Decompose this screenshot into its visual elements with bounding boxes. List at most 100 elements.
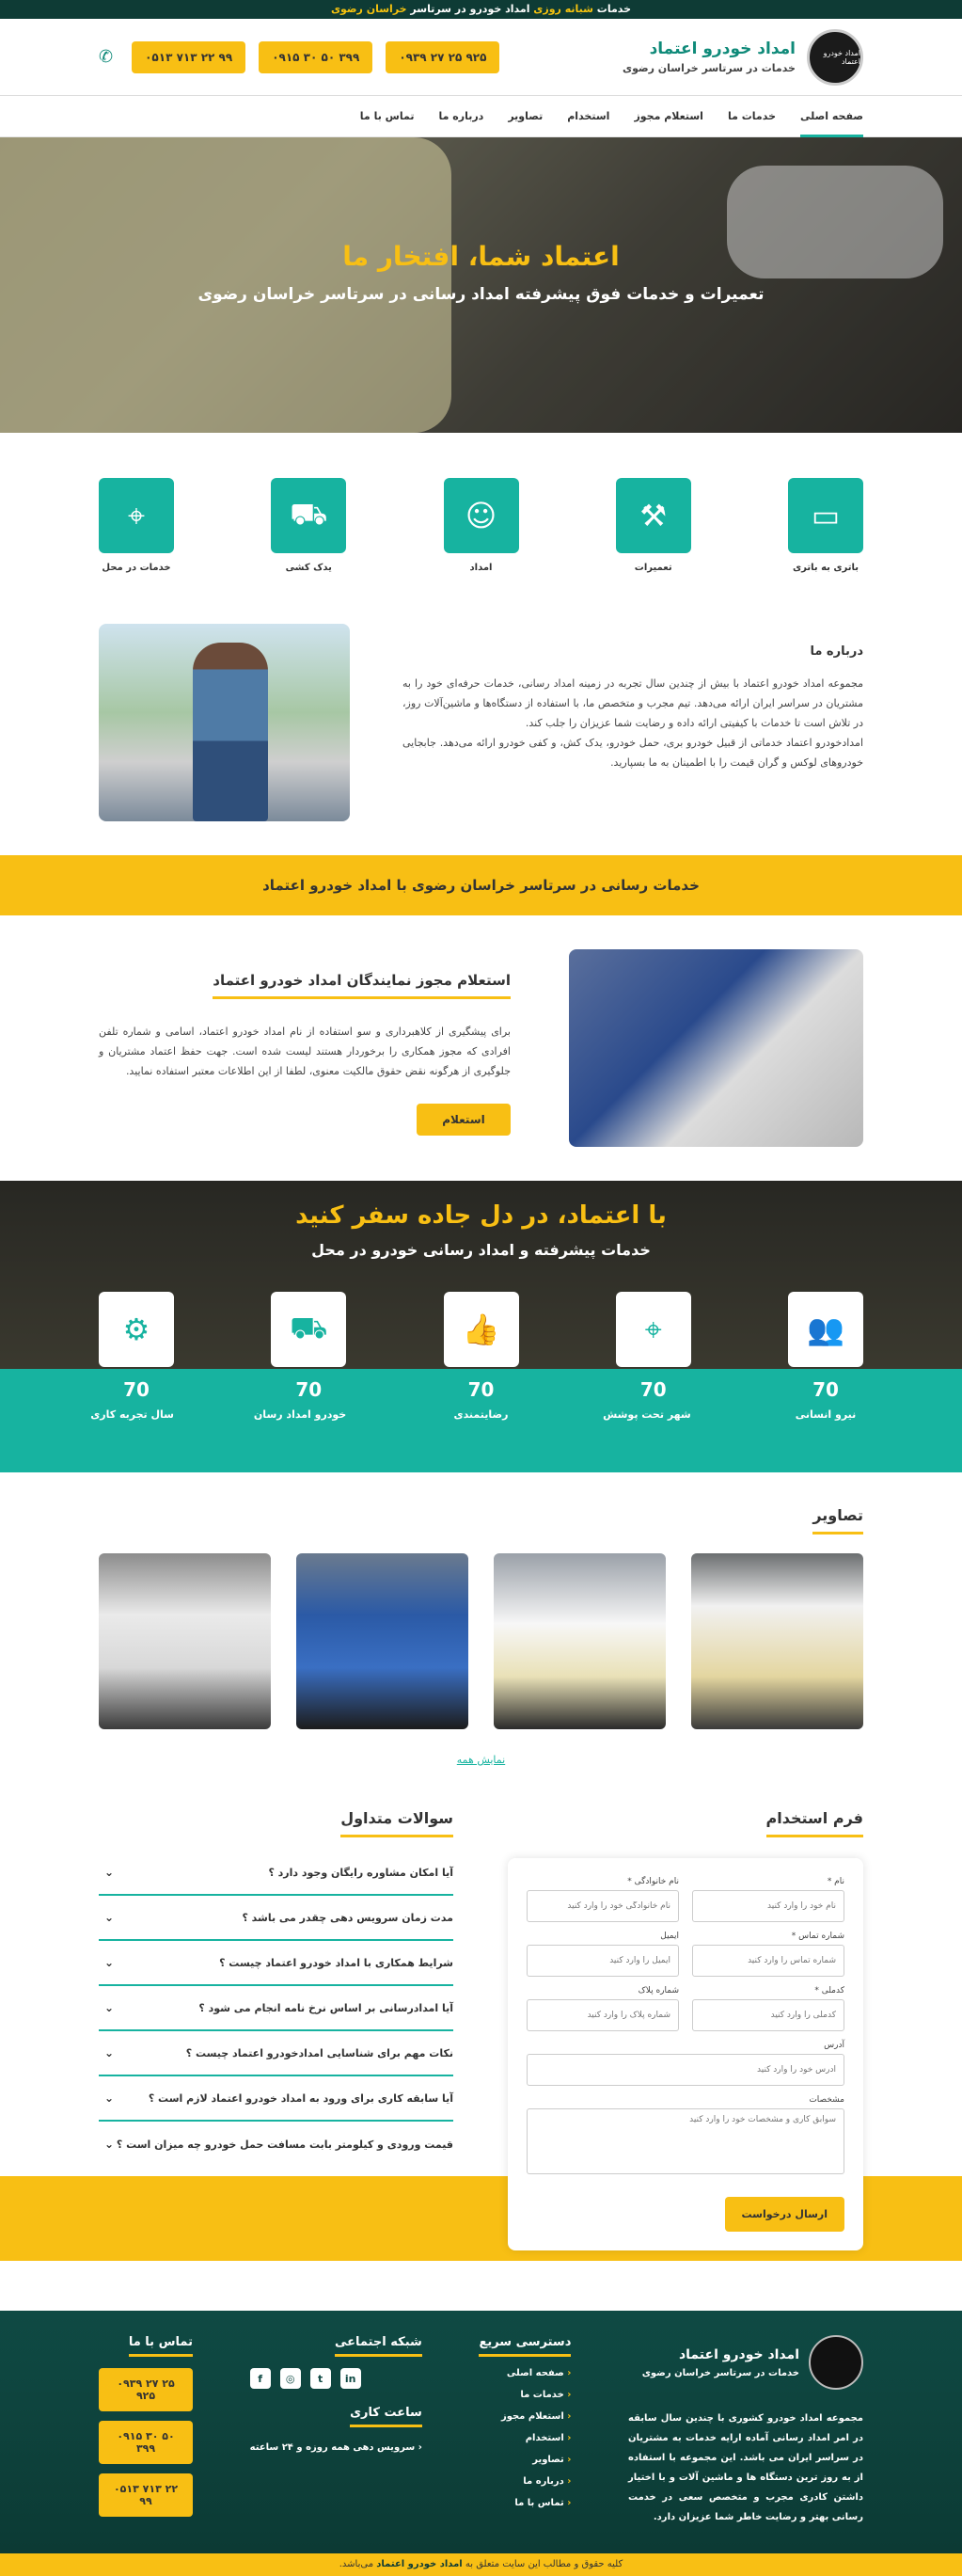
name-field[interactable] xyxy=(692,1890,844,1922)
service-towing[interactable]: ⛟ یدک کشی xyxy=(271,478,347,573)
stats-title: با اعتماد، در دل جاده سفر کنید xyxy=(295,1201,667,1230)
stat-number: 70 xyxy=(812,1378,839,1401)
stat-label: خودرو امداد رسان xyxy=(253,1408,347,1421)
field-label: کدملی * xyxy=(814,1986,844,1996)
nav-item-about[interactable]: درباره ما xyxy=(438,96,483,137)
specs-field[interactable] xyxy=(527,2108,844,2174)
nav-item-services[interactable]: خدمات ما xyxy=(728,96,776,137)
quick-links-title: دسترسی سریع xyxy=(479,2335,572,2357)
field-label: نام خانوادگی * xyxy=(627,1877,679,1886)
nav-item-home[interactable]: صفحه اصلی xyxy=(800,96,863,137)
field-label: آدرس xyxy=(824,2041,844,2050)
phone-field[interactable] xyxy=(692,1945,844,1977)
nav-item-contact[interactable]: تماس با ما xyxy=(360,96,415,137)
faq-item[interactable]: مدت زمان سرویس دهی چقدر می باشد ؟ ⌄ xyxy=(99,1896,453,1941)
faq-question: شرایط همکاری با امداد خودرو اعتماد چیست … xyxy=(219,1956,453,1969)
logo-text: امداد خودرو اعتماد xyxy=(823,48,860,66)
field-label: شماره پلاک xyxy=(638,1986,679,1996)
inquiry-section: استعلام مجوز نمایندگان امداد خودرو اعتما… xyxy=(0,915,962,1181)
service-label: یدک کشی xyxy=(285,563,332,573)
twitter-icon[interactable]: t xyxy=(309,2368,331,2389)
submit-button[interactable]: ارسال درخواست xyxy=(724,2197,844,2232)
brand-title: امداد خودرو اعتماد xyxy=(649,40,796,58)
footer-link-contact[interactable]: تماس با ما xyxy=(479,2498,571,2520)
social-links: f ◎ t in xyxy=(249,2368,422,2389)
nav-item-gallery[interactable]: تصاویر xyxy=(508,96,543,137)
inquiry-text: برای پیشگیری از کلاهبرداری و سو استفاده … xyxy=(99,1026,511,1077)
working-hours-text: سرویس دهی همه روزه و ۲۴ ساعته xyxy=(249,2442,416,2453)
copyright-text: کلیه حقوق و مطالب این سایت متعلق به xyxy=(462,2559,623,2569)
nav-item-license-inquiry[interactable]: استعلام مجوز xyxy=(634,96,703,137)
phone-button-mobile-1[interactable]: ۰۹۳۹ ۲۷ ۲۵ ۹۲۵ xyxy=(386,40,500,73)
stat-label: سال تجربه کاری xyxy=(90,1408,174,1421)
chevron-down-icon: ⌄ xyxy=(104,1956,115,1969)
social-title: شبکه اجتماعی xyxy=(335,2335,422,2357)
hours-title: ساعت کاری xyxy=(350,2406,422,2427)
stat-number: 70 xyxy=(123,1378,150,1401)
about-title: درباره ما xyxy=(810,644,863,659)
footer-link-home[interactable]: صفحه اصلی xyxy=(479,2368,571,2390)
footer-link-inquiry[interactable]: استعلام مجوز xyxy=(479,2411,571,2433)
site-logo[interactable]: امداد خودرو اعتماد xyxy=(807,28,863,86)
contact-title: تماس با ما xyxy=(128,2335,194,2357)
about-paragraph-1: مجموعه امداد خودرو اعتماد با بیش از چندی… xyxy=(402,677,863,729)
faq-item[interactable]: آیا امدادرسانی بر اساس نرخ نامه انجام می… xyxy=(99,1986,453,2031)
email-field[interactable] xyxy=(527,1945,679,1977)
copyright-text-end: می‌باشد. xyxy=(339,2559,377,2569)
faq-item[interactable]: آیا امکان مشاوره رایگان وجود دارد ؟ ⌄ xyxy=(99,1851,453,1896)
gallery-image[interactable] xyxy=(494,1553,666,1729)
stat-number: 70 xyxy=(295,1378,323,1401)
footer-phone-2[interactable]: ۰۹۱۵ ۳۰ ۵۰ ۳۹۹ xyxy=(99,2421,194,2464)
footer-link-services[interactable]: خدمات ما xyxy=(479,2390,571,2411)
stat-experience: ⚙ 70 سال تجربه کاری xyxy=(90,1292,174,1421)
service-onsite[interactable]: ⌖ خدمات در محل xyxy=(99,478,174,573)
gallery-image[interactable] xyxy=(691,1553,863,1729)
header-phones: ✆ ۰۵۱۳ ۷۱۳ ۲۲ ۹۹ ۰۹۱۵ ۳۰ ۵۰ ۳۹۹ ۰۹۳۹ ۲۷ … xyxy=(99,40,500,73)
copyright-bar: کلیه حقوق و مطالب این سایت متعلق به امدا… xyxy=(0,2553,962,2576)
site-header: امداد خودرو اعتماد امداد خودرو اعتماد خد… xyxy=(0,19,962,96)
phone-button-landline[interactable]: ۰۵۱۳ ۷۱۳ ۲۲ ۹۹ xyxy=(132,40,246,73)
service-rescue[interactable]: ☺ امداد xyxy=(443,478,519,573)
inquiry-button[interactable]: استعلام xyxy=(417,1104,511,1136)
family-name-field[interactable] xyxy=(527,1890,679,1922)
field-label: نام * xyxy=(827,1877,844,1886)
brand[interactable]: امداد خودرو اعتماد امداد خودرو اعتماد خد… xyxy=(623,28,863,86)
people-icon: 👥 xyxy=(788,1292,863,1367)
instagram-icon[interactable]: ◎ xyxy=(279,2368,301,2389)
working-hours: ‹ سرویس دهی همه روزه و ۲۴ ساعته xyxy=(249,2442,422,2453)
plate-field[interactable] xyxy=(527,1999,679,2031)
stat-cities: ⌖ 70 شهر تحت پوشش xyxy=(603,1292,691,1421)
stats-subtitle: خدمات پیشرفته و امداد رسانی خودرو در محل xyxy=(311,1241,651,1259)
linkedin-icon[interactable]: in xyxy=(339,2368,361,2389)
footer-phone-3[interactable]: ۰۵۱۳ ۷۱۳ ۲۲ ۹۹ xyxy=(99,2473,194,2517)
gallery-image[interactable] xyxy=(99,1553,271,1729)
faq-item[interactable]: آیا سابقه کاری برای ورود به امداد خودرو … xyxy=(99,2076,453,2122)
gallery-image[interactable] xyxy=(296,1553,468,1729)
footer-phone-1[interactable]: ۰۹۳۹ ۲۷ ۲۵ ۹۲۵ xyxy=(99,2368,194,2411)
show-all-link[interactable]: نمایش همه xyxy=(99,1754,863,1766)
nav-item-employment[interactable]: استخدام xyxy=(567,96,609,137)
footer-link-employment[interactable]: استخدام xyxy=(479,2433,571,2455)
footer-logo[interactable] xyxy=(809,2335,863,2390)
service-label: تعمیرات xyxy=(634,563,672,573)
faq-title: سوالات متداول xyxy=(340,1809,453,1837)
faq-question: آیا سابقه کاری برای ورود به امداد خودرو … xyxy=(148,2091,453,2105)
service-repairs[interactable]: ⚒ تعمیرات xyxy=(615,478,691,573)
form-faq-section: فرم استخدام نام * نام خانوادگی * شماره ت… xyxy=(0,1785,962,2311)
faq-item[interactable]: قیمت ورودی و کیلومتر بابت مسافت حمل خودر… xyxy=(99,2122,453,2167)
footer-link-about[interactable]: درباره ما xyxy=(479,2476,571,2498)
national-code-field[interactable] xyxy=(692,1999,844,2031)
topbar-highlight: شبانه روزی xyxy=(533,3,593,15)
thumbs-up-icon: 👍 xyxy=(443,1292,519,1367)
phone-button-mobile-2[interactable]: ۰۹۱۵ ۳۰ ۵۰ ۳۹۹ xyxy=(259,40,373,73)
footer-brand-title: امداد خودرو اعتماد xyxy=(678,2346,799,2362)
address-field[interactable] xyxy=(527,2054,844,2086)
footer-link-gallery[interactable]: تصاویر xyxy=(479,2455,571,2476)
faq-item[interactable]: نکات مهم برای شناسایی امدادخودرو اعتماد … xyxy=(99,2031,453,2076)
about-image xyxy=(99,624,350,821)
faq-item[interactable]: شرایط همکاری با امداد خودرو اعتماد چیست … xyxy=(99,1941,453,1986)
facebook-icon[interactable]: f xyxy=(249,2368,271,2389)
service-battery[interactable]: ▭ باتری به باتری xyxy=(788,478,863,573)
location-pin-icon: ⌖ xyxy=(99,478,174,553)
stat-vehicles: ⛟ 70 خودرو امداد رسان xyxy=(253,1292,347,1421)
